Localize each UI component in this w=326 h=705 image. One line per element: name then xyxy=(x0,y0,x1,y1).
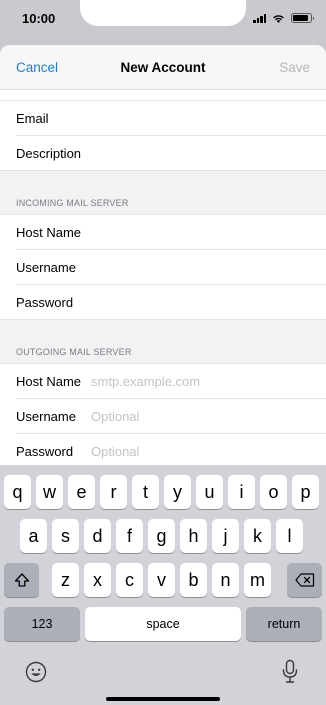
numbers-key[interactable]: 123 xyxy=(4,607,80,641)
key-x[interactable]: x xyxy=(84,563,111,597)
notch xyxy=(80,0,246,26)
battery-icon xyxy=(291,13,314,23)
key-a[interactable]: a xyxy=(20,519,47,553)
outgoing-password-placeholder[interactable]: Optional xyxy=(91,444,139,459)
key-e[interactable]: e xyxy=(68,475,95,509)
incoming-username-label: Username xyxy=(16,260,76,275)
key-m[interactable]: m xyxy=(244,563,271,597)
cellular-signal-icon xyxy=(253,13,266,23)
incoming-header-label: INCOMING MAIL SERVER xyxy=(16,198,129,208)
status-icons xyxy=(253,13,314,23)
outgoing-username-placeholder[interactable]: Optional xyxy=(91,409,139,424)
outgoing-password-label: Password xyxy=(16,444,74,459)
status-time: 10:00 xyxy=(22,11,56,26)
list-top-edge xyxy=(0,90,326,101)
key-u[interactable]: u xyxy=(196,475,223,509)
key-i[interactable]: i xyxy=(228,475,255,509)
key-v[interactable]: v xyxy=(148,563,175,597)
key-n[interactable]: n xyxy=(212,563,239,597)
status-bar: 10:00 xyxy=(0,0,326,40)
save-button[interactable]: Save xyxy=(279,60,310,75)
key-o[interactable]: o xyxy=(260,475,287,509)
space-key[interactable]: space xyxy=(85,607,241,641)
key-c[interactable]: c xyxy=(116,563,143,597)
shift-icon xyxy=(14,573,29,587)
page-title: New Account xyxy=(120,60,206,75)
description-field[interactable]: Description xyxy=(0,136,326,171)
incoming-host-name-field[interactable]: Host Name xyxy=(0,215,326,250)
incoming-username-field[interactable]: Username xyxy=(0,250,326,285)
outgoing-section-header: OUTGOING MAIL SERVER xyxy=(0,320,326,364)
key-j[interactable]: j xyxy=(212,519,239,553)
outgoing-username-field[interactable]: Username Optional xyxy=(0,399,326,434)
keyboard: q w e r t y u i o p a s d f g h j k l z … xyxy=(0,465,326,705)
emoji-icon[interactable] xyxy=(25,661,47,683)
key-l[interactable]: l xyxy=(276,519,303,553)
outgoing-host-name-field[interactable]: Host Name smtp.example.com xyxy=(0,364,326,399)
delete-icon xyxy=(294,573,314,587)
incoming-host-name-label: Host Name xyxy=(16,225,82,240)
outgoing-password-field[interactable]: Password Optional xyxy=(0,434,326,465)
outgoing-host-name-label: Host Name xyxy=(16,374,82,389)
return-key[interactable]: return xyxy=(246,607,322,641)
key-g[interactable]: g xyxy=(148,519,175,553)
outgoing-header-label: OUTGOING MAIL SERVER xyxy=(16,347,132,357)
email-field[interactable]: Email xyxy=(0,101,326,136)
shift-key[interactable] xyxy=(4,563,39,597)
outgoing-username-label: Username xyxy=(16,409,76,424)
microphone-icon[interactable] xyxy=(281,659,299,685)
navigation-bar: Cancel New Account Save xyxy=(0,45,326,90)
incoming-password-field[interactable]: Password xyxy=(0,285,326,320)
wifi-icon xyxy=(273,14,284,23)
key-w[interactable]: w xyxy=(36,475,63,509)
home-indicator xyxy=(106,697,220,701)
description-label: Description xyxy=(16,146,82,161)
key-y[interactable]: y xyxy=(164,475,191,509)
email-label: Email xyxy=(16,111,49,126)
key-k[interactable]: k xyxy=(244,519,271,553)
outgoing-host-name-placeholder[interactable]: smtp.example.com xyxy=(91,374,200,389)
key-d[interactable]: d xyxy=(84,519,111,553)
key-h[interactable]: h xyxy=(180,519,207,553)
new-account-sheet: Cancel New Account Save Email Descriptio… xyxy=(0,45,326,465)
key-b[interactable]: b xyxy=(180,563,207,597)
key-q[interactable]: q xyxy=(4,475,31,509)
key-z[interactable]: z xyxy=(52,563,79,597)
key-f[interactable]: f xyxy=(116,519,143,553)
incoming-section-header: INCOMING MAIL SERVER xyxy=(0,171,326,215)
delete-key[interactable] xyxy=(287,563,322,597)
key-s[interactable]: s xyxy=(52,519,79,553)
phone-screen: 10:00 Cancel New Account Save Email Desc… xyxy=(0,0,326,705)
key-r[interactable]: r xyxy=(100,475,127,509)
key-t[interactable]: t xyxy=(132,475,159,509)
incoming-password-label: Password xyxy=(16,295,74,310)
key-p[interactable]: p xyxy=(292,475,319,509)
